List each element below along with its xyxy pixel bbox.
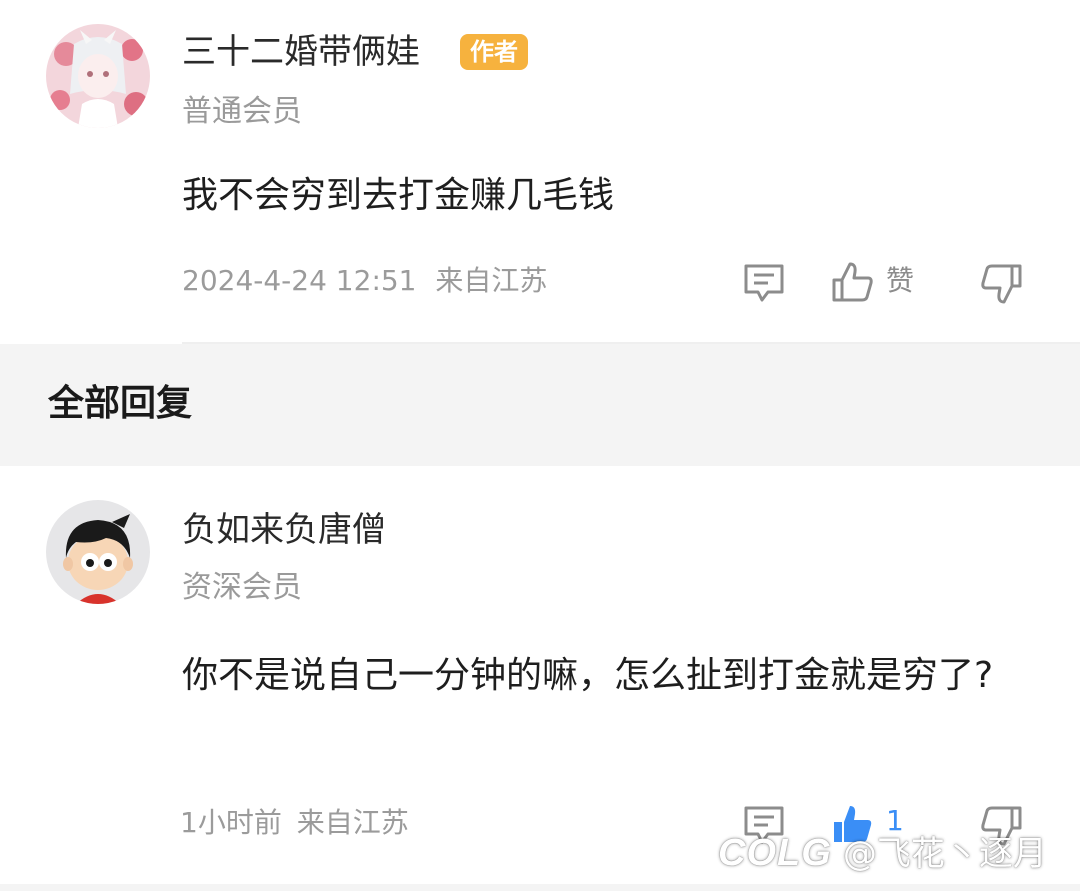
post-content: 我不会穷到去打金赚几毛钱 bbox=[182, 175, 615, 216]
author-badge: 作者 bbox=[460, 34, 528, 70]
reply-author-avatar[interactable] bbox=[46, 500, 150, 604]
reply-content: 你不是说自己一分钟的嘛，怎么扯到打金就是穷了? bbox=[182, 655, 994, 696]
reply-location: 来自江苏 bbox=[296, 806, 409, 839]
post-author-avatar[interactable] bbox=[46, 24, 150, 128]
post-timestamp: 2024-4-24 12:51 bbox=[182, 264, 417, 297]
post-like-button[interactable]: 赞 bbox=[830, 260, 930, 304]
reply-author-name[interactable]: 负如来负唐僧 bbox=[182, 510, 386, 550]
post-dislike-button[interactable] bbox=[980, 262, 1024, 306]
section-title: 全部回复 bbox=[48, 383, 193, 424]
thumbs-down-icon bbox=[981, 264, 1022, 304]
watermark: COLG @飞花丶逐月 bbox=[718, 826, 1047, 875]
replies-section-header: 全部回复 bbox=[0, 344, 1080, 466]
reply-meta: 1小时前 来自江苏 bbox=[180, 806, 409, 840]
post-member-level: 普通会员 bbox=[182, 94, 302, 129]
post-author-name[interactable]: 三十二婚带俩娃 bbox=[182, 32, 420, 72]
post-location: 来自江苏 bbox=[435, 264, 548, 297]
post-meta: 2024-4-24 12:51 来自江苏 bbox=[182, 264, 547, 298]
like-label: 赞 bbox=[886, 264, 915, 297]
thumbs-up-icon bbox=[832, 262, 873, 302]
post-comment-button[interactable] bbox=[742, 262, 786, 304]
bottom-divider bbox=[0, 884, 1080, 891]
comment-icon bbox=[744, 264, 784, 302]
watermark-handle: @飞花丶逐月 bbox=[842, 834, 1047, 874]
watermark-logo: COLG bbox=[718, 832, 832, 874]
reply-member-level: 资深会员 bbox=[182, 570, 302, 605]
reply-time: 1小时前 bbox=[180, 806, 282, 839]
